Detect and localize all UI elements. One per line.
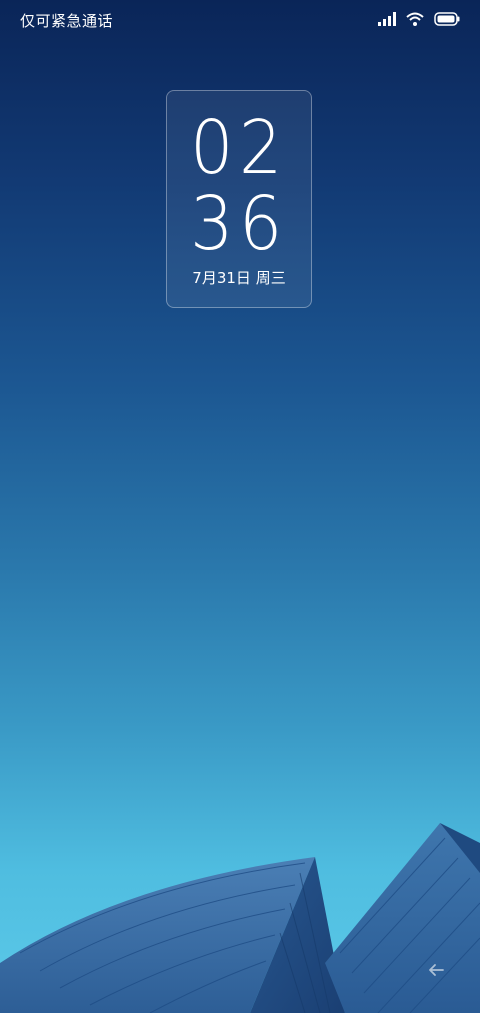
status-icons: [378, 12, 460, 26]
back-arrow-icon[interactable]: [426, 960, 446, 980]
wallpaper-building: [0, 823, 480, 1013]
signal-icon: [378, 12, 396, 26]
emergency-calls-only-text: 仅可紧急通话: [20, 12, 114, 30]
clock-minutes: 36: [190, 181, 288, 267]
status-bar: 仅可紧急通话: [0, 0, 480, 44]
wifi-icon: [406, 12, 424, 26]
clock-hours: 02: [190, 105, 288, 191]
battery-icon: [434, 12, 460, 26]
lockscreen-clock-widget[interactable]: 02 36 7月31日 周三: [166, 90, 312, 308]
clock-date: 7月31日 周三: [192, 269, 286, 287]
